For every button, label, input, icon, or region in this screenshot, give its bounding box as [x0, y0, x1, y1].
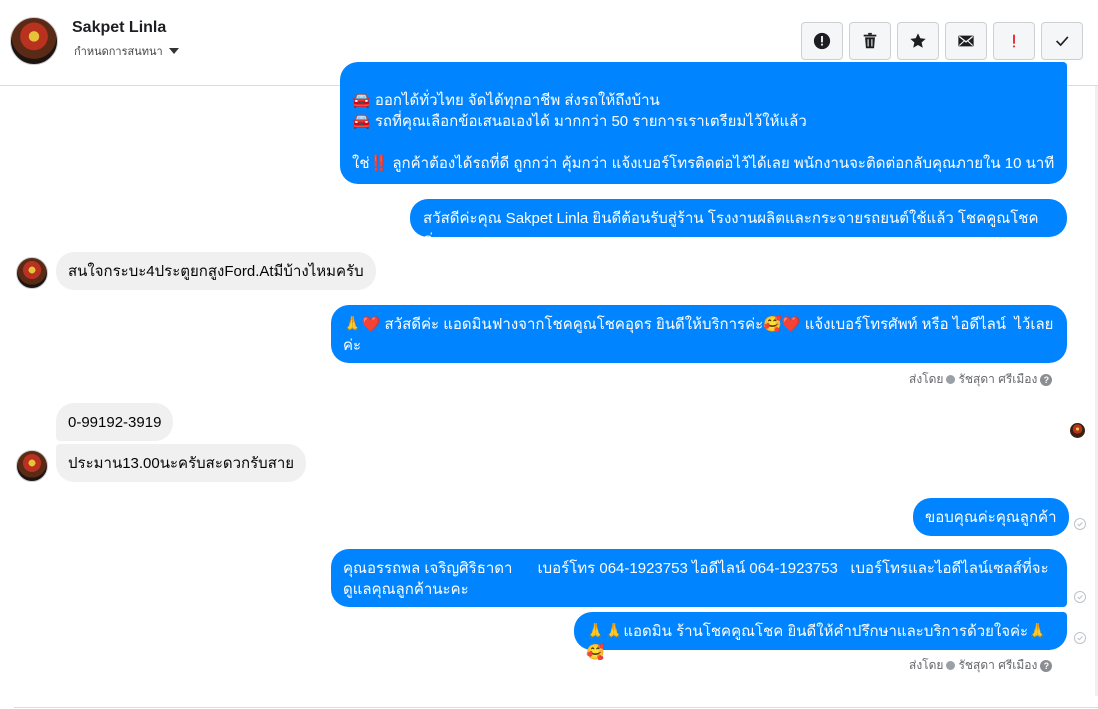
- done-button[interactable]: [1041, 22, 1083, 60]
- priority-button[interactable]: [993, 22, 1035, 60]
- contact-avatar-small[interactable]: [16, 450, 48, 482]
- outgoing-message: 🙏❤️ สวัสดีค่ะ แอดมินฟางจากโชคคูณโชคอุดร …: [331, 305, 1067, 363]
- outgoing-message: 🙏🙏แอดมิน ร้านโชคคูณโชค ยินดีให้คำปรึกษาแ…: [574, 612, 1067, 661]
- star-icon: [910, 33, 926, 48]
- delete-button[interactable]: [849, 22, 891, 60]
- incoming-message: สนใจกระบะ4ประตูยกสูงFord.Atมีบ้างไหมครับ: [56, 252, 376, 290]
- star-button[interactable]: [897, 22, 939, 60]
- outgoing-message: สวัสดีค่ะคุณ Sakpet Linla ยินดีต้อนรับสู…: [410, 199, 1067, 248]
- trash-icon: [863, 32, 877, 49]
- outgoing-message: คุณอรรถพล เจริญศิริธาดา เบอร์โทร 064-192…: [331, 549, 1067, 607]
- sent-by-prefix: ส่งโดย: [909, 658, 944, 672]
- contact-name[interactable]: Sakpet Linla: [72, 19, 166, 37]
- agent-status-icon: [946, 375, 956, 384]
- seen-avatar-icon: [1070, 423, 1085, 438]
- outgoing-message: 🚘 ออกได้ทั่วไทย จัดได้ทุกอาชีพ ส่งรถให้ถ…: [340, 62, 1067, 184]
- exclamation-icon: [1013, 34, 1015, 48]
- sent-by-label: ส่งโดย รัชสุดา ศรีเมือง ?: [909, 370, 1053, 389]
- sent-by-agent[interactable]: รัชสุดา ศรีเมือง: [958, 656, 1037, 675]
- help-icon[interactable]: ?: [1040, 659, 1053, 672]
- composer-divider: [14, 707, 1098, 708]
- mark-unread-button[interactable]: [945, 22, 987, 60]
- alert-circle-icon: [813, 32, 831, 50]
- contact-avatar[interactable]: [10, 17, 58, 65]
- delivered-check-icon: [1074, 591, 1086, 603]
- sent-by-label: ส่งโดย รัชสุดา ศรีเมือง ?: [909, 656, 1053, 675]
- conversation-schedule-dropdown[interactable]: กำหนดการสนทนา: [74, 42, 179, 60]
- sent-by-prefix: ส่งโดย: [909, 372, 944, 386]
- agent-status-icon: [946, 661, 956, 670]
- conversation-schedule-label: กำหนดการสนทนา: [74, 46, 163, 58]
- sent-by-agent[interactable]: รัชสุดา ศรีเมือง: [958, 370, 1037, 389]
- delivered-check-icon: [1074, 518, 1086, 530]
- envelope-icon: [958, 35, 974, 47]
- outgoing-message: ขอบคุณค่ะคุณลูกค้า: [913, 498, 1069, 536]
- report-button[interactable]: [801, 22, 843, 60]
- incoming-message: 0-99192-3919: [56, 403, 174, 441]
- delivered-check-icon: [1074, 632, 1086, 644]
- caret-down-icon: [168, 48, 179, 54]
- help-icon[interactable]: ?: [1040, 373, 1053, 386]
- checkmark-icon: [1056, 36, 1069, 47]
- contact-avatar-small[interactable]: [16, 257, 48, 289]
- incoming-message: ประมาน13.00นะครับสะดวกรับสาย: [56, 444, 307, 482]
